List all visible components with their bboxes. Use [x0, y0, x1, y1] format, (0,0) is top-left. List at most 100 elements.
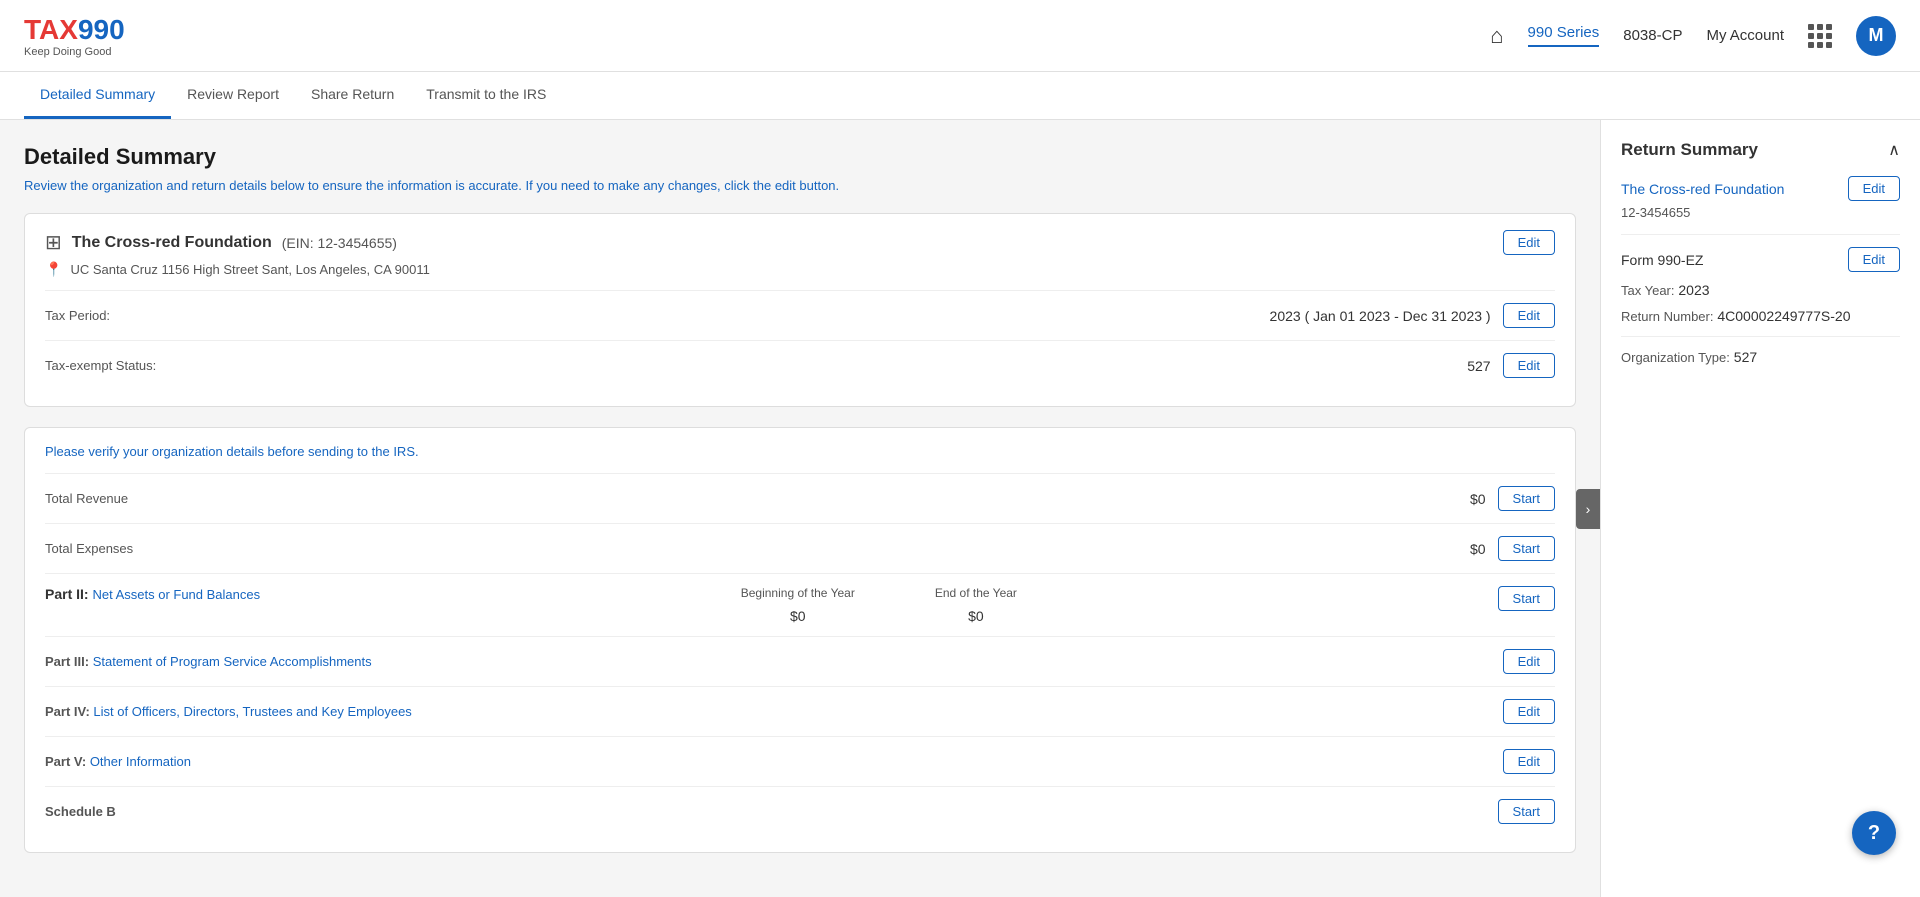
sidebar-org-type-row: Organization Type: 527	[1621, 349, 1900, 365]
building-icon: ⊞	[45, 230, 62, 255]
org-name: The Cross-red Foundation	[72, 234, 272, 252]
page-subtitle: Review the organization and return detai…	[24, 178, 1576, 193]
header: TAX990 Keep Doing Good ⌂ 990 Series 8038…	[0, 0, 1920, 72]
part5-edit-button[interactable]: Edit	[1503, 749, 1555, 774]
org-card: ⊞ The Cross-red Foundation (EIN: 12-3454…	[24, 213, 1576, 407]
sidebar-form-label: Form 990-EZ	[1621, 252, 1703, 268]
sidebar-title: Return Summary	[1621, 140, 1758, 160]
sidebar-divider	[1621, 234, 1900, 235]
logo: TAX990 Keep Doing Good	[24, 14, 125, 58]
sidebar-form-edit-button[interactable]: Edit	[1848, 247, 1900, 272]
verify-card: Please verify your organization details …	[24, 427, 1576, 853]
net-assets-beginning-col: Beginning of the Year $0	[741, 586, 855, 624]
page-title: Detailed Summary	[24, 144, 1576, 170]
net-assets-part-label: Part II:	[45, 586, 89, 602]
sidebar-header: Return Summary ∧	[1621, 140, 1900, 160]
net-assets-mid: Beginning of the Year $0 End of the Year…	[260, 586, 1497, 624]
logo-x: X	[59, 14, 78, 45]
part3-label: Part III: Statement of Program Service A…	[45, 654, 372, 669]
tax-exempt-edit-button[interactable]: Edit	[1503, 353, 1555, 378]
part4-sub: List of Officers, Directors, Trustees an…	[93, 704, 411, 719]
tax-exempt-row: Tax-exempt Status: 527 Edit	[45, 340, 1555, 390]
net-assets-row: Part II: Net Assets or Fund Balances Beg…	[45, 573, 1555, 636]
org-edit-button[interactable]: Edit	[1503, 230, 1555, 255]
tax-exempt-label: Tax-exempt Status:	[45, 358, 156, 373]
logo-text: TAX990	[24, 14, 125, 46]
net-assets-beginning-value: $0	[741, 608, 855, 624]
nav-my-account[interactable]: My Account	[1706, 27, 1784, 44]
tab-transmit-irs[interactable]: Transmit to the IRS	[410, 72, 562, 119]
total-revenue-start-button[interactable]: Start	[1498, 486, 1555, 511]
sidebar-org-edit-button[interactable]: Edit	[1848, 176, 1900, 201]
tax-period-value: 2023 ( Jan 01 2023 - Dec 31 2023 )	[1270, 308, 1491, 324]
part4-row: Part IV: List of Officers, Directors, Tr…	[45, 686, 1555, 736]
sidebar-tax-year-row: Tax Year: 2023	[1621, 282, 1900, 298]
tax-period-edit-button[interactable]: Edit	[1503, 303, 1555, 328]
net-assets-end-value: $0	[935, 608, 1017, 624]
header-nav: ⌂ 990 Series 8038-CP My Account M	[1490, 16, 1896, 56]
sidebar-ein: 12-3454655	[1621, 205, 1900, 220]
tax-period-row: Tax Period: 2023 ( Jan 01 2023 - Dec 31 …	[45, 290, 1555, 340]
part4-edit-button[interactable]: Edit	[1503, 699, 1555, 724]
part3-bold: Part III:	[45, 654, 89, 669]
part4-label: Part IV: List of Officers, Directors, Tr…	[45, 704, 412, 719]
home-icon[interactable]: ⌂	[1490, 23, 1503, 49]
tab-detailed-summary[interactable]: Detailed Summary	[24, 72, 171, 119]
help-button[interactable]: ?	[1852, 811, 1896, 855]
total-expenses-label: Total Expenses	[45, 541, 133, 556]
sidebar-tax-year-value: 2023	[1678, 282, 1709, 298]
logo-tagline: Keep Doing Good	[24, 46, 125, 58]
tax-period-value-group: 2023 ( Jan 01 2023 - Dec 31 2023 ) Edit	[1270, 303, 1555, 328]
sidebar-org-type-label: Organization Type:	[1621, 350, 1730, 365]
part4-bold: Part IV:	[45, 704, 90, 719]
sidebar-org-type-value: 527	[1734, 349, 1757, 365]
logo-nine: 990	[78, 14, 125, 45]
content-area: Detailed Summary Review the organization…	[0, 120, 1600, 897]
total-revenue-value: $0	[1470, 491, 1486, 507]
part5-bold: Part V:	[45, 754, 86, 769]
sidebar-return-number-value: 4C00002249777S-20	[1717, 308, 1850, 324]
chevron-up-icon[interactable]: ∧	[1888, 140, 1900, 160]
total-expenses-start-button[interactable]: Start	[1498, 536, 1555, 561]
tab-share-return[interactable]: Share Return	[295, 72, 410, 119]
org-info: ⊞ The Cross-red Foundation (EIN: 12-3454…	[45, 230, 430, 278]
tax-exempt-value-group: 527 Edit	[1467, 353, 1555, 378]
org-header: ⊞ The Cross-red Foundation (EIN: 12-3454…	[45, 230, 1555, 278]
sidebar: Return Summary ∧ The Cross-red Foundatio…	[1600, 120, 1920, 897]
tab-review-report[interactable]: Review Report	[171, 72, 295, 119]
total-expenses-value-group: $0 Start	[1470, 536, 1555, 561]
total-expenses-row: Total Expenses $0 Start	[45, 523, 1555, 573]
logo-tax: TA	[24, 14, 59, 45]
total-revenue-row: Total Revenue $0 Start	[45, 473, 1555, 523]
net-assets-start-button[interactable]: Start	[1498, 586, 1555, 611]
net-assets-part-sub: Net Assets or Fund Balances	[92, 587, 260, 602]
total-revenue-label: Total Revenue	[45, 491, 128, 506]
sidebar-tax-year-label: Tax Year:	[1621, 283, 1675, 298]
sidebar-form-row: Form 990-EZ Edit	[1621, 247, 1900, 272]
schedule-b-start-button[interactable]: Start	[1498, 799, 1555, 824]
net-assets-beginning-label: Beginning of the Year	[741, 586, 855, 600]
nav-8038-cp[interactable]: 8038-CP	[1623, 27, 1682, 44]
tax-period-label: Tax Period:	[45, 308, 110, 323]
org-ein: (EIN: 12-3454655)	[282, 235, 397, 251]
part5-row: Part V: Other Information Edit	[45, 736, 1555, 786]
org-address-row: 📍 UC Santa Cruz 1156 High Street Sant, L…	[45, 261, 430, 278]
avatar[interactable]: M	[1856, 16, 1896, 56]
sidebar-org-row: The Cross-red Foundation Edit	[1621, 176, 1900, 201]
location-icon: 📍	[45, 261, 62, 278]
part3-sub: Statement of Program Service Accomplishm…	[93, 654, 372, 669]
sidebar-return-number-label: Return Number:	[1621, 309, 1713, 324]
tax-exempt-value: 527	[1467, 358, 1490, 374]
nav-990-series[interactable]: 990 Series	[1528, 24, 1600, 47]
sidebar-return-number-row: Return Number: 4C00002249777S-20	[1621, 308, 1900, 324]
total-expenses-value: $0	[1470, 541, 1486, 557]
sidebar-collapse-button[interactable]: ›	[1576, 489, 1600, 529]
org-name-row: ⊞ The Cross-red Foundation (EIN: 12-3454…	[45, 230, 430, 255]
net-assets-end-label: End of the Year	[935, 586, 1017, 600]
part3-edit-button[interactable]: Edit	[1503, 649, 1555, 674]
part5-sub: Other Information	[90, 754, 191, 769]
sidebar-org-name: The Cross-red Foundation	[1621, 181, 1784, 197]
total-revenue-value-group: $0 Start	[1470, 486, 1555, 511]
grid-icon[interactable]	[1808, 24, 1832, 48]
org-address: UC Santa Cruz 1156 High Street Sant, Los…	[70, 262, 429, 277]
